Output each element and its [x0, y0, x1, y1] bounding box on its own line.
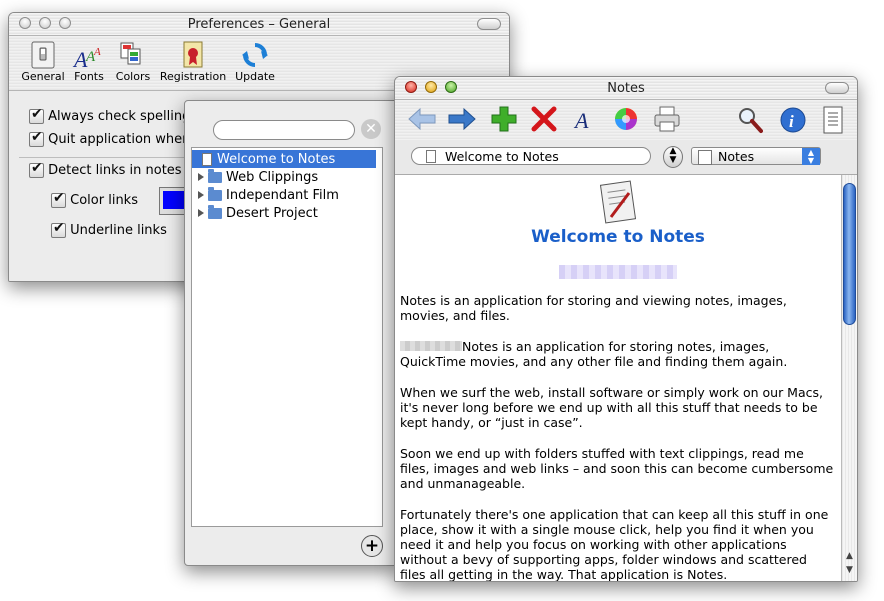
note-paragraph-3: When we surf the web, install software o… — [400, 385, 823, 430]
notes-window: Notes A i Welcome to Notes ▲ ▼ Notes ▲ ▼… — [394, 76, 858, 582]
note-paragraph-1: Notes is an application for storing and … — [400, 293, 787, 323]
add-note-button[interactable]: + — [361, 535, 383, 557]
color-wheel-icon[interactable] — [613, 106, 639, 132]
always-check-spelling-checkbox[interactable] — [29, 106, 44, 124]
toolbar-toggle-button[interactable] — [825, 82, 849, 94]
tree-item-welcome[interactable]: Welcome to Notes — [192, 150, 376, 168]
window-title: Notes — [607, 81, 645, 96]
location-popup-label: Notes — [718, 149, 755, 164]
note-heading: Welcome to Notes — [531, 227, 705, 247]
toolbar-update[interactable]: Update — [233, 40, 277, 83]
location-popup[interactable]: Notes ▲ ▼ — [691, 147, 821, 165]
back-arrow-icon[interactable] — [407, 106, 437, 132]
detect-links-label: Detect links in notes a — [48, 163, 194, 178]
update-icon — [242, 43, 268, 67]
history-stepper[interactable]: ▲ ▼ — [663, 146, 683, 168]
path-field-text: Welcome to Notes — [444, 149, 559, 164]
delete-icon[interactable] — [531, 106, 557, 132]
detect-links-checkbox[interactable] — [29, 160, 44, 178]
font-icon[interactable]: A — [573, 106, 595, 132]
toolbar-toggle-button[interactable] — [477, 18, 501, 30]
drawer-search-input[interactable] — [222, 126, 346, 140]
document-icon — [426, 150, 436, 163]
folder-icon — [208, 204, 222, 219]
notes-app-icon — [698, 150, 712, 165]
notes-toolbar: A i — [395, 100, 857, 140]
blurred-word — [400, 341, 462, 351]
tree-item-web-clippings[interactable]: Web Clippings — [198, 168, 318, 186]
tree-item-desert-project[interactable]: Desert Project — [198, 204, 318, 222]
notes-drawer: ✕ Welcome to Notes Web Clippings Indepen… — [184, 100, 398, 566]
svg-text:A: A — [93, 46, 101, 58]
tree-item-label: Desert Project — [226, 205, 318, 221]
notes-tree[interactable]: Welcome to Notes Web Clippings Independa… — [191, 147, 383, 527]
tree-item-label: Independant Film — [226, 187, 339, 203]
preferences-titlebar[interactable]: Preferences – General — [9, 13, 509, 36]
quit-application-checkbox[interactable] — [29, 129, 44, 147]
underline-links-label: Underline links — [70, 223, 167, 238]
info-icon[interactable]: i — [779, 106, 807, 134]
disclosure-triangle-icon[interactable] — [198, 191, 204, 199]
note-paragraph-4: Soon we end up with folders stuffed with… — [400, 446, 834, 491]
path-field[interactable]: Welcome to Notes — [411, 147, 651, 165]
plus-icon: + — [364, 536, 380, 556]
svg-text:i: i — [789, 112, 794, 131]
underline-links-checkbox[interactable] — [51, 220, 66, 238]
notes-list-icon[interactable] — [823, 106, 843, 134]
always-check-spelling-option[interactable]: Always check spelling — [29, 106, 191, 124]
toolbar-update-label: Update — [235, 70, 275, 83]
notes-titlebar[interactable]: Notes — [395, 77, 857, 100]
fonts-icon: A A A — [72, 46, 101, 69]
clear-search-button[interactable]: ✕ — [361, 119, 381, 139]
folder-icon — [208, 168, 222, 183]
disclosure-triangle-icon[interactable] — [198, 173, 204, 181]
drawer-search-field[interactable] — [213, 120, 355, 140]
color-links-option[interactable]: Color links — [51, 190, 138, 208]
close-icon: ✕ — [365, 121, 377, 137]
scroll-up-arrow-icon[interactable]: ▲ — [842, 551, 857, 565]
folder-icon — [208, 186, 222, 201]
scroll-down-arrow-icon[interactable]: ▼ — [842, 565, 857, 579]
toolbar-general[interactable]: General — [21, 40, 65, 83]
notes-document-icon — [599, 180, 637, 224]
toolbar-fonts-label: Fonts — [74, 70, 104, 83]
toolbar-registration-label: Registration — [159, 70, 227, 83]
color-links-label: Color links — [70, 193, 138, 208]
popup-arrows-icon: ▲ ▼ — [802, 148, 820, 165]
note-paragraph-2: Notes is an application for storing note… — [400, 339, 836, 369]
general-icon — [31, 41, 55, 69]
tree-item-label: Welcome to Notes — [217, 151, 336, 167]
navigation-bar: Welcome to Notes ▲ ▼ Notes ▲ ▼ — [395, 140, 857, 175]
disclosure-triangle-icon[interactable] — [198, 209, 204, 217]
blurred-placeholder — [559, 265, 677, 279]
chevron-down-icon: ▼ — [669, 155, 677, 165]
color-links-checkbox[interactable] — [51, 190, 66, 208]
toolbar-fonts[interactable]: A A A Fonts — [69, 40, 109, 83]
quit-application-label: Quit application when — [48, 132, 191, 147]
tree-item-independant-film[interactable]: Independant Film — [198, 186, 339, 204]
detect-links-option[interactable]: Detect links in notes a — [29, 160, 194, 178]
svg-text:A: A — [573, 108, 589, 132]
registration-icon — [183, 41, 203, 68]
underline-links-option[interactable]: Underline links — [51, 220, 167, 238]
colors-icon — [120, 42, 141, 65]
window-title: Preferences – General — [187, 17, 331, 32]
quit-application-option[interactable]: Quit application when — [29, 129, 191, 147]
note-content[interactable]: Welcome to Notes Notes is an application… — [395, 175, 842, 581]
scrollbar-thumb[interactable] — [843, 183, 856, 325]
add-icon[interactable] — [491, 106, 517, 132]
forward-arrow-icon[interactable] — [447, 106, 477, 132]
note-paragraph-5: Fortunately there's one application that… — [400, 507, 829, 581]
print-icon[interactable] — [653, 106, 681, 132]
always-check-spelling-label: Always check spelling — [48, 109, 191, 124]
toolbar-registration[interactable]: Registration — [157, 40, 229, 83]
toolbar-colors[interactable]: Colors — [111, 40, 155, 83]
toolbar-colors-label: Colors — [115, 70, 151, 83]
toolbar-general-label: General — [21, 70, 65, 83]
tree-item-label: Web Clippings — [226, 169, 319, 185]
search-icon[interactable] — [737, 106, 763, 134]
document-icon — [202, 152, 212, 166]
vertical-scrollbar[interactable]: ▲ ▼ — [841, 175, 857, 581]
